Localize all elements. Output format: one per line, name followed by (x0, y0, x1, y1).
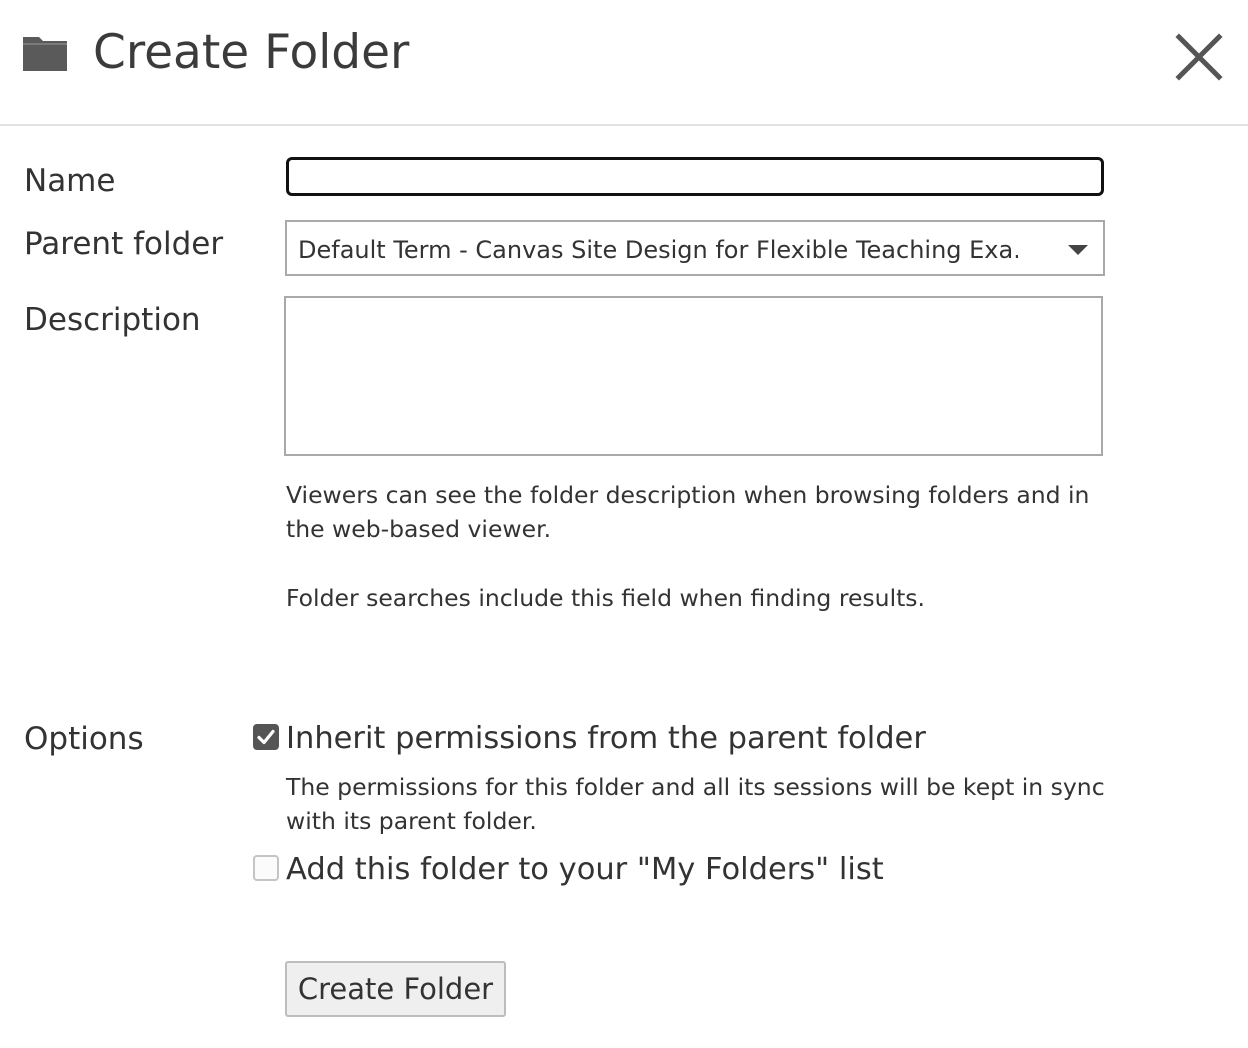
parent-folder-select[interactable]: Default Term - Canvas Site Design for Fl… (285, 220, 1105, 276)
options-label: Options (24, 721, 144, 757)
checkmark-icon (257, 729, 275, 745)
parent-folder-label: Parent folder (24, 226, 224, 262)
inherit-permissions-label[interactable]: Inherit permissions from the parent fold… (286, 719, 926, 759)
description-search-help-text: Folder searches include this field when … (286, 584, 926, 612)
close-icon[interactable] (1174, 32, 1224, 82)
inherit-permissions-checkbox[interactable] (253, 724, 279, 750)
description-help-text: Viewers can see the folder description w… (286, 481, 1090, 543)
my-folders-label[interactable]: Add this folder to your "My Folders" lis… (286, 850, 884, 890)
my-folders-checkbox[interactable] (253, 855, 279, 881)
dialog-title: Create Folder (93, 25, 410, 80)
inherit-permissions-help-text: The permissions for this folder and all … (286, 773, 1105, 835)
create-folder-button[interactable]: Create Folder (285, 961, 506, 1017)
dropdown-arrow-icon (1068, 245, 1088, 255)
parent-folder-selected-value: Default Term - Canvas Site Design for Fl… (298, 236, 1018, 264)
name-label: Name (24, 163, 116, 199)
description-label: Description (24, 302, 201, 338)
dialog-header: Create Folder (0, 0, 1248, 126)
name-input[interactable] (286, 157, 1104, 196)
folder-icon (23, 37, 67, 71)
description-textarea[interactable] (284, 296, 1103, 456)
